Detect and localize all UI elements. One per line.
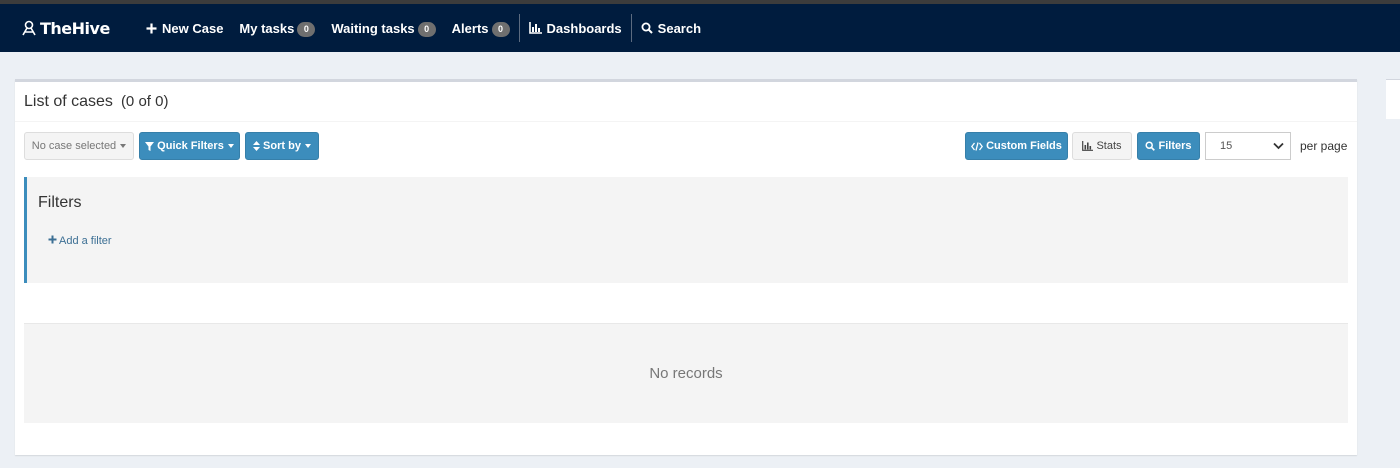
nav-alerts-label: Alerts [451, 20, 489, 36]
panel-header: List of cases (0 of 0) [15, 82, 1357, 122]
filter-icon [145, 141, 155, 151]
nav-waiting-tasks[interactable]: Waiting tasks 0 [323, 4, 443, 52]
nav-alerts[interactable]: Alerts 0 [444, 4, 518, 52]
nav-my-tasks[interactable]: My tasks 0 [231, 4, 323, 52]
filters-panel: Filters Add a filter [24, 177, 1348, 283]
per-page-label: per page [1300, 139, 1348, 153]
list-toolbar: No case selected Quick Filters Sort by C… [24, 132, 1348, 162]
nav-search[interactable]: Search [633, 4, 709, 52]
top-navbar: TheHive New Case My tasks 0 Waiting task… [0, 4, 1400, 52]
code-icon [971, 141, 984, 151]
nav-waiting-tasks-label: Waiting tasks [331, 20, 415, 36]
nav-divider [630, 14, 632, 42]
chevron-down-icon [227, 144, 234, 148]
nav-search-label: Search [657, 20, 702, 36]
bar-chart-icon [528, 22, 542, 34]
brand-logo[interactable]: TheHive [20, 19, 138, 38]
case-selection-dropdown[interactable]: No case selected [24, 132, 134, 160]
sort-icon [253, 141, 261, 151]
case-selection-label: No case selected [31, 140, 117, 152]
sort-by-label: Sort by [263, 140, 301, 152]
search-icon [1145, 141, 1156, 151]
page-title: List of cases [24, 92, 113, 110]
plus-icon [48, 235, 57, 247]
case-list-panel: List of cases (0 of 0) No case selected … [15, 79, 1357, 455]
search-icon [641, 22, 653, 34]
chevron-down-icon [304, 144, 311, 148]
page-size-value: 15 [1220, 140, 1233, 152]
page-size-select[interactable]: 15 [1205, 132, 1291, 160]
chevron-down-icon [1273, 142, 1284, 150]
quick-filters-label: Quick Filters [157, 140, 224, 152]
stats-label: Stats [1096, 140, 1122, 152]
add-filter-link[interactable]: Add a filter [48, 235, 112, 247]
records-empty-state: No records [24, 323, 1348, 423]
alerts-count-badge: 0 [491, 21, 510, 37]
filters-button[interactable]: Filters [1137, 132, 1200, 160]
nav-new-case[interactable]: New Case [138, 4, 231, 52]
sort-by-button[interactable]: Sort by [245, 132, 319, 160]
case-count: (0 of 0) [120, 93, 169, 110]
adjacent-panel-edge [1386, 79, 1400, 119]
plus-icon [146, 23, 157, 34]
no-records-message: No records [649, 365, 723, 382]
nav-my-tasks-label: My tasks [239, 20, 295, 36]
stats-button[interactable]: Stats [1072, 132, 1132, 160]
waiting-tasks-count-badge: 0 [417, 21, 436, 37]
nav-dashboards[interactable]: Dashboards [521, 4, 630, 52]
nav-divider [518, 14, 520, 42]
brand-name: TheHive [40, 18, 110, 38]
custom-fields-label: Custom Fields [986, 140, 1062, 152]
nav-dashboards-label: Dashboards [546, 20, 622, 36]
chevron-down-icon [120, 144, 127, 148]
filters-button-label: Filters [1158, 140, 1192, 152]
add-filter-label: Add a filter [59, 235, 112, 247]
hive-logo-icon [22, 20, 36, 36]
nav-new-case-label: New Case [162, 20, 224, 36]
custom-fields-button[interactable]: Custom Fields [965, 132, 1068, 160]
my-tasks-count-badge: 0 [297, 21, 316, 37]
filters-title: Filters [38, 194, 82, 211]
bar-chart-icon [1082, 141, 1094, 151]
quick-filters-button[interactable]: Quick Filters [139, 132, 240, 160]
